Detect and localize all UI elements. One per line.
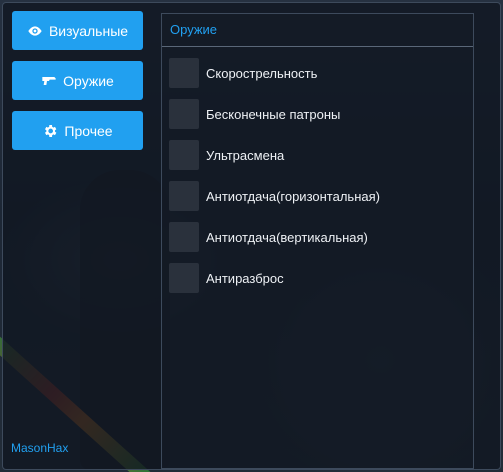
option-no-spread[interactable]: Антиразброс bbox=[169, 263, 284, 293]
checkbox[interactable] bbox=[169, 58, 199, 88]
option-ultra-reload[interactable]: Ультрасмена bbox=[169, 140, 284, 170]
nav-button-weapons[interactable]: Оружие bbox=[12, 61, 143, 100]
checkbox[interactable] bbox=[169, 222, 199, 252]
checkbox[interactable] bbox=[169, 140, 199, 170]
nav-button-misc-label: Прочее bbox=[64, 122, 113, 139]
brand-label: MasonHax bbox=[11, 441, 69, 455]
option-label: Ультрасмена bbox=[206, 147, 285, 163]
checkbox[interactable] bbox=[169, 99, 199, 129]
gun-icon bbox=[42, 76, 56, 85]
option-label: Бесконечные патроны bbox=[206, 106, 341, 122]
option-label: Скорострельность bbox=[206, 65, 318, 81]
weapons-panel: Оружие Скорострельность Бесконечные патр… bbox=[161, 13, 474, 469]
nav-button-misc[interactable]: Прочее bbox=[12, 111, 143, 150]
option-label: Антиразброс bbox=[206, 270, 284, 286]
panel-divider bbox=[162, 46, 473, 47]
checkbox[interactable] bbox=[169, 181, 199, 211]
nav-button-visuals-label: Визуальные bbox=[48, 22, 129, 39]
checkbox[interactable] bbox=[169, 263, 199, 293]
option-infinite-ammo[interactable]: Бесконечные патроны bbox=[169, 99, 340, 129]
nav-button-weapons-label: Оружие bbox=[63, 72, 114, 89]
option-fire-rate[interactable]: Скорострельность bbox=[169, 58, 317, 88]
option-no-recoil-vertical[interactable]: Антиотдача(вертикальная) bbox=[169, 222, 368, 252]
option-label: Антиотдача(горизонтальная) bbox=[206, 188, 380, 204]
option-label: Антиотдача(вертикальная) bbox=[206, 229, 368, 245]
cheat-menu-window: Визуальные Оружие Прочее MasonHax Оружие… bbox=[2, 2, 501, 470]
nav-button-visuals[interactable]: Визуальные bbox=[12, 11, 143, 50]
panel-title: Оружие bbox=[170, 22, 218, 37]
gear-icon bbox=[45, 124, 57, 137]
eye-icon bbox=[28, 25, 42, 36]
option-no-recoil-horizontal[interactable]: Антиотдача(горизонтальная) bbox=[169, 181, 380, 211]
